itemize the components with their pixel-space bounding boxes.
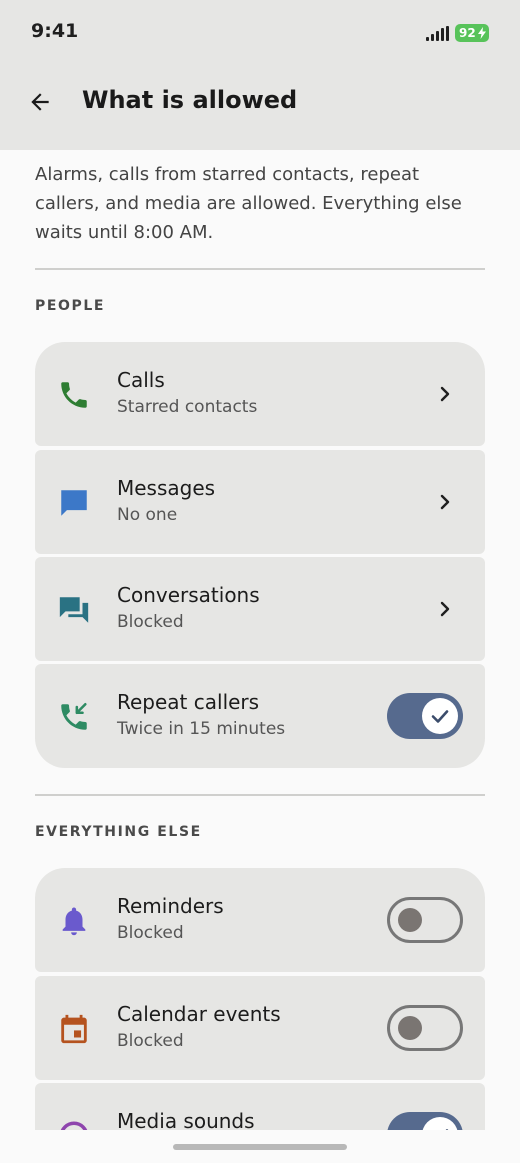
repeat-callers-toggle[interactable]: [387, 693, 463, 739]
section-header-everything-else: EVERYTHING ELSE: [35, 824, 202, 840]
row-title: Conversations: [117, 583, 260, 607]
charging-bolt-icon: [478, 27, 486, 39]
chevron-right-icon: [440, 386, 450, 402]
row-subtitle: Starred contacts: [117, 397, 258, 417]
gesture-bar: [0, 1130, 520, 1163]
row-conversations[interactable]: Conversations Blocked: [35, 557, 485, 661]
check-icon: [445, 1129, 449, 1130]
description-text: Alarms, calls from starred contacts, rep…: [35, 164, 462, 243]
row-title: Reminders: [117, 894, 224, 918]
row-title: Calls: [117, 368, 165, 392]
media-icon: [60, 1121, 88, 1130]
row-subtitle: No one: [117, 505, 178, 525]
row-reminders[interactable]: Reminders Blocked: [35, 868, 485, 972]
battery-level: 92: [459, 26, 476, 40]
row-title: Calendar events: [117, 1002, 281, 1026]
row-title: Repeat callers: [117, 690, 260, 714]
toggle-knob: [422, 1117, 458, 1130]
page-title: What is allowed: [82, 86, 298, 114]
calendar-icon: [61, 1014, 87, 1044]
message-icon: [61, 490, 87, 516]
bell-icon: [62, 907, 86, 936]
calendar-events-toggle[interactable]: [387, 1005, 463, 1051]
app-bar: What is allowed: [0, 66, 520, 150]
home-indicator[interactable]: [173, 1144, 347, 1150]
section-header-people: PEOPLE: [35, 298, 106, 314]
status-bar: 9:41 92: [0, 0, 520, 66]
media-sounds-toggle[interactable]: [387, 1112, 463, 1130]
row-subtitle: Blocked: [117, 1031, 184, 1051]
phone-missed-icon: [61, 702, 87, 730]
row-subtitle: Twice in 15 minutes: [117, 719, 286, 739]
row-title: Media sounds: [117, 1109, 255, 1130]
row-subtitle: Blocked: [117, 612, 184, 632]
status-time: 9:41: [31, 20, 79, 42]
row-calendar-events[interactable]: Calendar events Blocked: [35, 976, 485, 1080]
row-title: Messages: [117, 476, 216, 500]
chevron-right-icon: [440, 494, 450, 510]
reminders-toggle[interactable]: [387, 897, 463, 943]
row-calls[interactable]: Calls Starred contacts: [35, 342, 485, 446]
settings-content[interactable]: Alarms, calls from starred contacts, rep…: [0, 150, 520, 1130]
row-repeat-callers[interactable]: Repeat callers Twice in 15 minutes: [35, 664, 485, 768]
row-subtitle: Blocked: [117, 923, 184, 943]
arrow-back-icon: [31, 93, 49, 111]
back-button[interactable]: [20, 82, 60, 122]
check-icon: [431, 710, 449, 723]
row-media-sounds[interactable]: Media sounds: [35, 1083, 485, 1130]
row-messages[interactable]: Messages No one: [35, 450, 485, 554]
battery-icon: 92: [455, 24, 489, 42]
toggle-knob: [422, 698, 458, 734]
phone-icon: [61, 382, 87, 408]
chevron-right-icon: [440, 601, 450, 617]
toggle-knob: [398, 908, 422, 932]
divider: [35, 268, 485, 270]
signal-icon: [426, 26, 450, 41]
toggle-knob: [398, 1016, 422, 1040]
divider: [35, 794, 485, 796]
conversation-icon: [59, 597, 89, 623]
